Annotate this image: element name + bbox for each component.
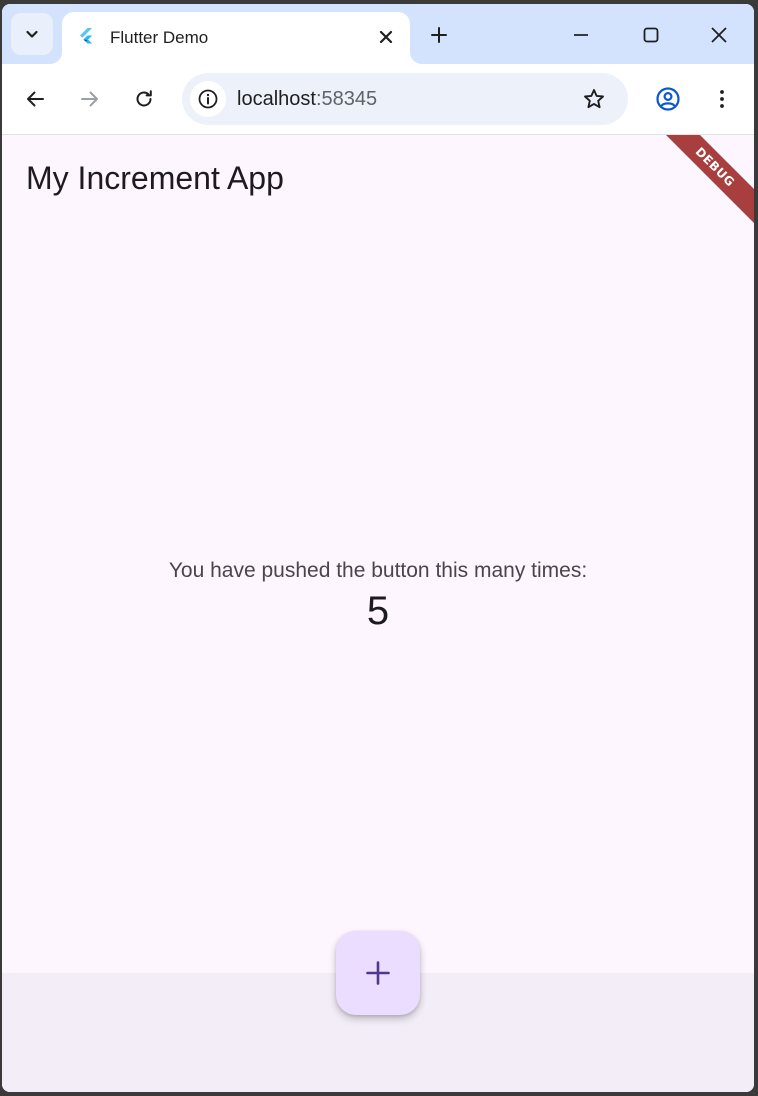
forward-button[interactable] (76, 85, 104, 113)
address-bar[interactable]: localhost:58345 (182, 73, 628, 125)
counter-value: 5 (366, 589, 390, 633)
tab-title: Flutter Demo (110, 28, 209, 47)
reload-button[interactable] (130, 85, 158, 113)
maximize-icon (643, 27, 659, 43)
plus-icon (431, 27, 447, 43)
profile-icon (656, 87, 680, 111)
app-page: My Increment App DEBUG You have pushed t… (2, 135, 754, 1092)
url-host: localhost (237, 88, 316, 110)
add-icon (366, 961, 390, 985)
url-port: :58345 (315, 88, 378, 110)
close-icon (711, 27, 727, 43)
arrow-left-icon (27, 91, 44, 107)
browser-window: Flutter Demo localhost:58345 My Incremen… (2, 4, 754, 1092)
flutter-logo-icon (80, 28, 93, 44)
close-icon (379, 30, 393, 44)
url-text: localhost:58345 (237, 88, 377, 111)
reload-icon (136, 90, 152, 107)
app-bar-title: My Increment App (26, 160, 284, 196)
debug-banner: DEBUG (653, 135, 754, 229)
profile-button[interactable] (654, 85, 682, 113)
chevron-down-icon (26, 30, 38, 38)
back-button[interactable] (21, 85, 49, 113)
minimize-icon (574, 34, 588, 36)
tab-strip: Flutter Demo (2, 4, 754, 64)
browser-menu-button[interactable] (708, 85, 736, 113)
close-window-button[interactable] (702, 18, 736, 52)
more-vert-icon (720, 90, 724, 108)
tab-close-button[interactable] (374, 25, 398, 49)
counter-label: You have pushed the button this many tim… (168, 559, 588, 582)
new-tab-button[interactable] (426, 22, 452, 48)
star-icon (584, 89, 604, 109)
maximize-button[interactable] (634, 18, 668, 52)
site-info-button[interactable] (190, 81, 226, 117)
tab-flutter-demo[interactable]: Flutter Demo (62, 12, 410, 64)
minimize-button[interactable] (564, 18, 598, 52)
bookmark-button[interactable] (580, 85, 608, 113)
arrow-right-icon (81, 91, 98, 107)
info-icon (198, 89, 218, 109)
increment-button[interactable] (336, 931, 420, 1015)
tab-search-button[interactable] (11, 13, 53, 55)
browser-toolbar: localhost:58345 (2, 64, 754, 135)
